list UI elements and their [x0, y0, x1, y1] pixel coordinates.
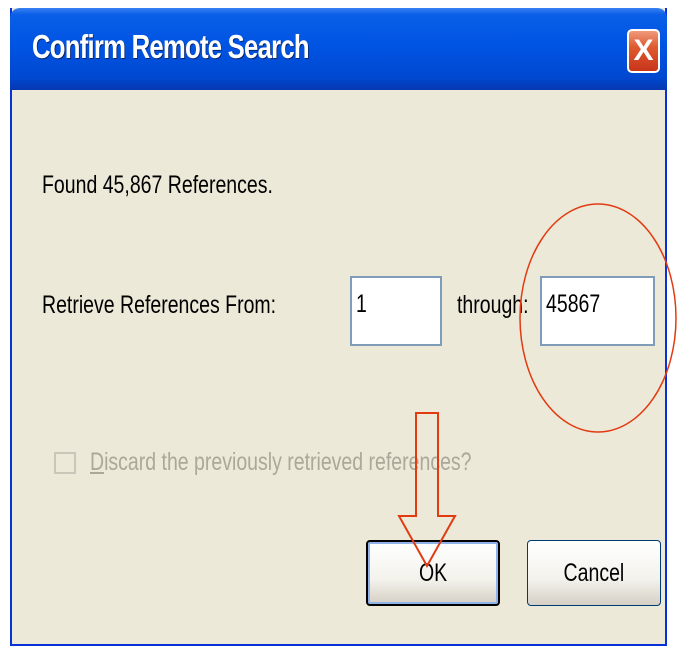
- cancel-button-label: Cancel: [563, 559, 625, 587]
- confirm-remote-search-dialog: Confirm Remote Search X Found 45,867 Ref…: [10, 8, 667, 646]
- ok-button-label: OK: [418, 559, 448, 587]
- through-input-value: 45867: [546, 290, 601, 318]
- close-icon: X: [633, 34, 654, 67]
- retrieve-from-label: Retrieve References From:: [42, 291, 277, 319]
- close-button[interactable]: X: [627, 29, 660, 73]
- through-input[interactable]: 45867: [540, 276, 655, 346]
- from-input-value: 1: [356, 290, 367, 318]
- discard-label-text: iscard the previously retrieved referenc…: [104, 448, 472, 476]
- cancel-button[interactable]: Cancel: [527, 540, 661, 606]
- from-input[interactable]: 1: [350, 276, 442, 346]
- ok-button[interactable]: OK: [366, 540, 500, 606]
- window-title: Confirm Remote Search: [32, 28, 310, 65]
- discard-mnemonic: D: [90, 448, 105, 476]
- discard-checkbox[interactable]: [54, 452, 76, 474]
- discard-checkbox-label: Discard the previously retrieved referen…: [90, 448, 472, 477]
- title-bar: Confirm Remote Search X: [10, 8, 667, 90]
- through-label: through:: [457, 291, 529, 319]
- found-references-message: Found 45,867 References.: [42, 171, 273, 199]
